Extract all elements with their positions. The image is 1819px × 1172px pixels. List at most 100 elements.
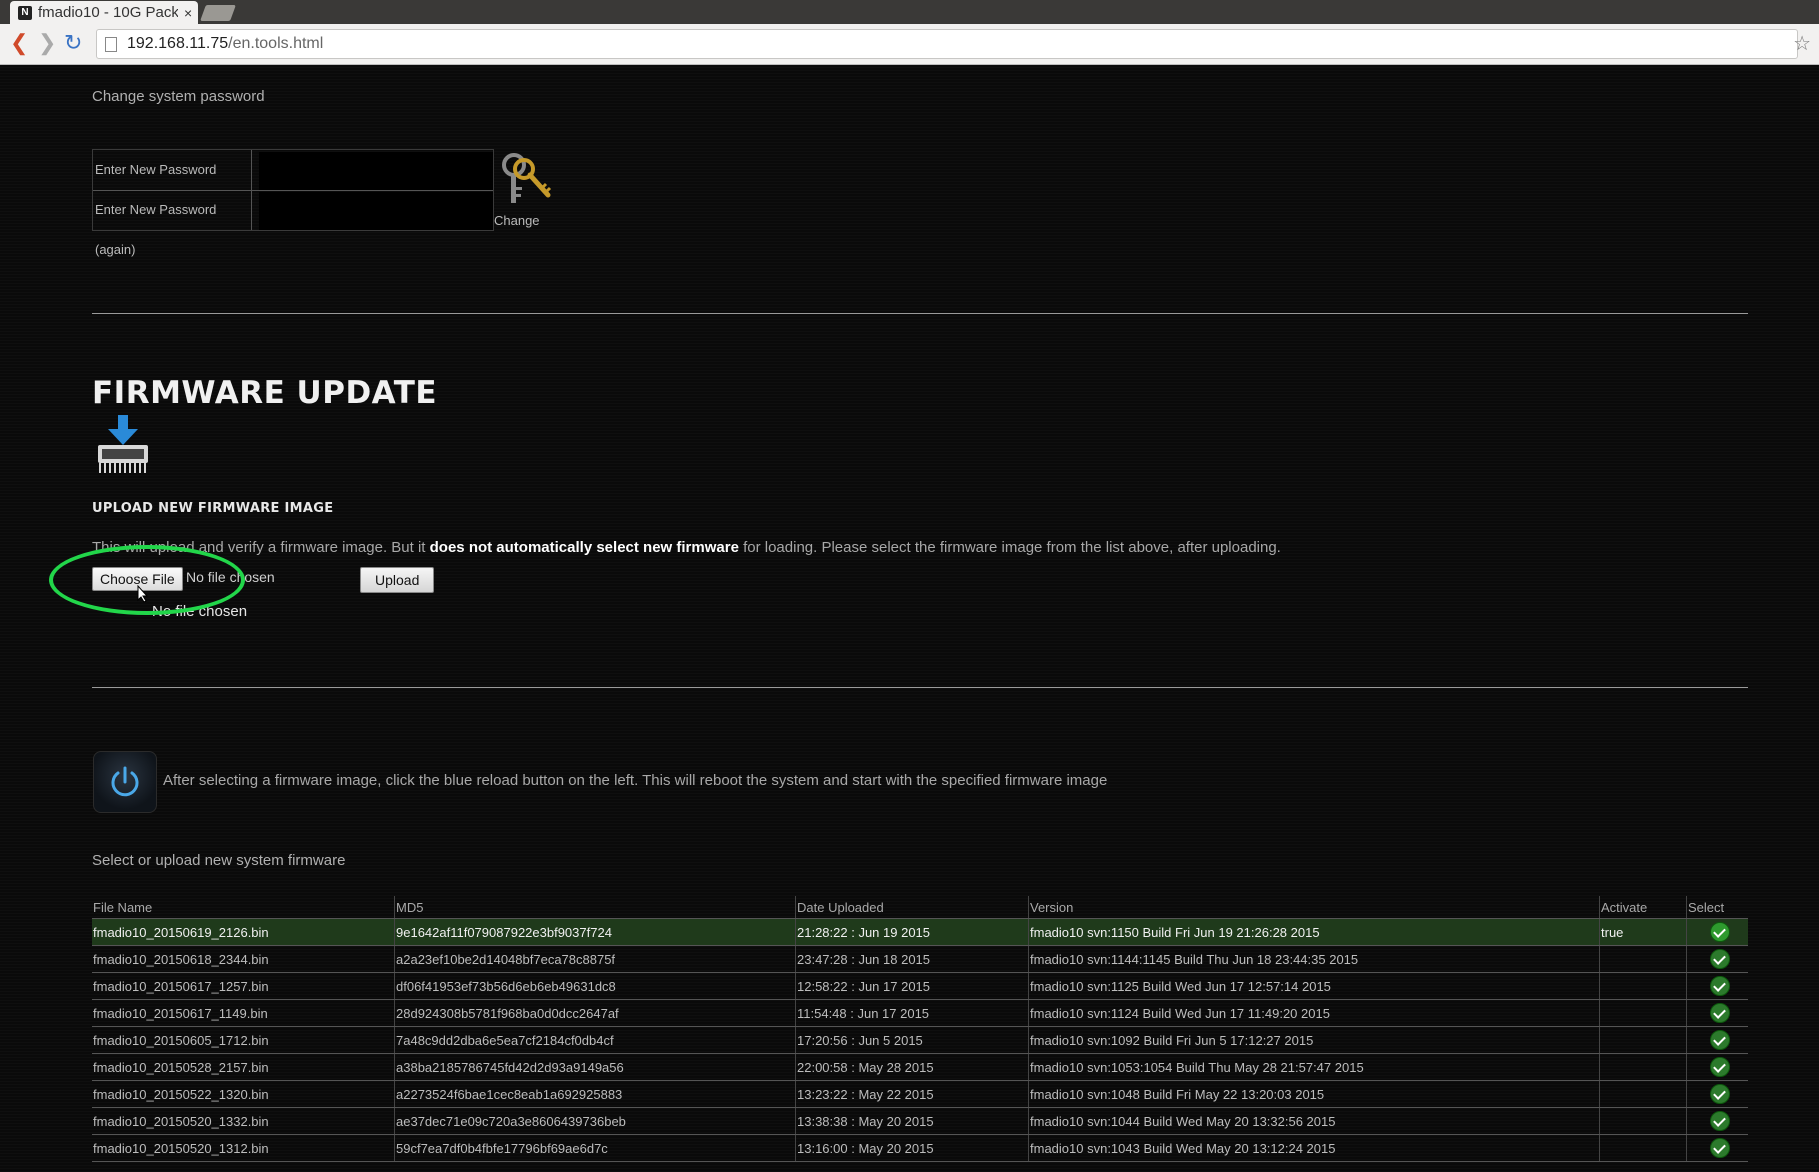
url-path: /en.tools.html [228, 35, 324, 52]
table-header-row: File Name MD5 Date Uploaded Version Acti… [92, 896, 1748, 919]
col-md5: MD5 [394, 896, 796, 919]
table-row[interactable]: fmadio10_20150619_2126.bin 9e1642af11f079… [92, 918, 1748, 946]
file-name-cell: fmadio10_20150618_2344.bin [92, 945, 395, 973]
new-password-again-input[interactable] [259, 192, 493, 230]
table-row[interactable]: fmadio10_20150520_1332.bin ae37dec71e09c7… [92, 1107, 1748, 1135]
activate-cell [1599, 972, 1687, 1000]
address-bar[interactable]: 192.168.11.75/en.tools.html [96, 29, 1798, 59]
keys-icon [502, 153, 552, 203]
upload-desc-bold: does not automatically select new firmwa… [429, 539, 739, 556]
col-date-uploaded: Date Uploaded [795, 896, 1029, 919]
md5-cell: 28d924308b5781f968ba0d0dcc2647af [394, 999, 796, 1027]
tab-title: fmadio10 - 10G Pack [38, 4, 178, 21]
new-tab-button[interactable] [200, 5, 236, 21]
password-form: Enter New Password Enter New Password (a… [92, 149, 494, 257]
reload-icon[interactable]: ↻ [64, 32, 82, 54]
md5-cell: 59cf7ea7df0b4fbfe17796bf69ae6d7c [394, 1134, 796, 1162]
file-name-cell: fmadio10_20150520_1312.bin [92, 1134, 395, 1162]
file-name-cell: fmadio10_20150617_1257.bin [92, 972, 395, 1000]
select-check-icon[interactable] [1710, 1030, 1730, 1050]
upload-description: This will upload and verify a firmware i… [92, 539, 1281, 556]
version-cell: fmadio10 svn:1043 Build Wed May 20 13:12… [1028, 1134, 1600, 1162]
page-icon [105, 36, 117, 52]
password-again-row: Enter New Password (again) [93, 190, 493, 257]
select-check-icon[interactable] [1710, 949, 1730, 969]
firmware-table: File Name MD5 Date Uploaded Version Acti… [92, 896, 1748, 1162]
date-cell: 13:16:00 : May 20 2015 [795, 1134, 1029, 1162]
version-cell: fmadio10 svn:1053:1054 Build Thu May 28 … [1028, 1053, 1600, 1081]
table-row[interactable]: fmadio10_20150605_1712.bin 7a48c9dd2dba6e… [92, 1026, 1748, 1054]
divider [92, 687, 1748, 688]
md5-cell: a2273524f6bae1cec8eab1a692925883 [394, 1080, 796, 1108]
select-check-icon[interactable] [1710, 1111, 1730, 1131]
md5-cell: 7a48c9dd2dba6e5ea7cf2184cf0db4cf [394, 1026, 796, 1054]
back-arrow-icon[interactable]: ❮ [10, 32, 28, 54]
file-name-cell: fmadio10_20150619_2126.bin [92, 918, 395, 946]
table-row[interactable]: fmadio10_20150528_2157.bin a38ba218578674… [92, 1053, 1748, 1081]
select-check-icon[interactable] [1710, 1057, 1730, 1077]
date-cell: 13:23:22 : May 22 2015 [795, 1080, 1029, 1108]
browser-tab-strip: N fmadio10 - 10G Pack × [0, 0, 1819, 24]
activate-cell [1599, 999, 1687, 1027]
date-cell: 23:47:28 : Jun 18 2015 [795, 945, 1029, 973]
md5-cell: 9e1642af11f079087922e3bf9037f724 [394, 918, 796, 946]
md5-cell: ae37dec71e09c720a3e8606439736beb [394, 1107, 796, 1135]
bookmark-star-icon[interactable]: ☆ [1793, 31, 1811, 56]
upload-button[interactable]: Upload [360, 567, 435, 593]
close-tab-icon[interactable]: × [184, 5, 192, 21]
file-name-cell: fmadio10_20150522_1320.bin [92, 1080, 395, 1108]
table-row[interactable]: fmadio10_20150618_2344.bin a2a23ef10be2d1… [92, 945, 1748, 973]
date-cell: 17:20:56 : Jun 5 2015 [795, 1026, 1029, 1054]
change-password-label: Change system password [92, 88, 265, 105]
date-cell: 12:58:22 : Jun 17 2015 [795, 972, 1029, 1000]
activate-cell [1599, 1080, 1687, 1108]
col-version: Version [1028, 896, 1600, 919]
reboot-reload-button[interactable] [93, 751, 157, 813]
table-row[interactable]: fmadio10_20150522_1320.bin a2273524f6bae1… [92, 1080, 1748, 1108]
md5-cell: a2a23ef10be2d14048bf7eca78c8875f [394, 945, 796, 973]
activate-cell [1599, 945, 1687, 973]
change-password-button[interactable]: Change [494, 151, 564, 231]
select-check-icon[interactable] [1710, 1003, 1730, 1023]
file-name-cell: fmadio10_20150617_1149.bin [92, 999, 395, 1027]
table-row[interactable]: fmadio10_20150617_1149.bin 28d924308b5781… [92, 999, 1748, 1027]
activate-cell [1599, 1053, 1687, 1081]
date-cell: 21:28:22 : Jun 19 2015 [795, 918, 1029, 946]
new-password-again-label: Enter New Password (again) [95, 190, 252, 257]
col-activate: Activate [1599, 896, 1687, 919]
browser-tab[interactable]: N fmadio10 - 10G Pack × [10, 1, 198, 24]
firmware-download-icon [94, 415, 152, 482]
upload-firmware-heading: UPLOAD NEW FIRMWARE IMAGE [92, 501, 334, 516]
select-check-icon[interactable] [1710, 1084, 1730, 1104]
forward-arrow-icon[interactable]: ❯ [38, 32, 56, 54]
browser-toolbar: ❮ ❯ ↻ 192.168.11.75/en.tools.html ☆ [0, 24, 1819, 65]
version-cell: fmadio10 svn:1048 Build Fri May 22 13:20… [1028, 1080, 1600, 1108]
date-cell: 22:00:58 : May 28 2015 [795, 1053, 1029, 1081]
divider [92, 313, 1748, 314]
new-password-label: Enter New Password [95, 150, 252, 190]
firmware-table-body: fmadio10_20150619_2126.bin 9e1642af11f079… [92, 918, 1748, 1162]
md5-cell: df06f41953ef73b56d6eb6eb49631dc8 [394, 972, 796, 1000]
select-check-icon[interactable] [1710, 1138, 1730, 1158]
select-cell [1686, 1026, 1748, 1054]
new-password-input[interactable] [259, 152, 493, 190]
file-name-cell: fmadio10_20150605_1712.bin [92, 1026, 395, 1054]
select-check-icon[interactable] [1710, 976, 1730, 996]
version-cell: fmadio10 svn:1125 Build Wed Jun 17 12:57… [1028, 972, 1600, 1000]
select-cell [1686, 1053, 1748, 1081]
file-name-cell: fmadio10_20150520_1332.bin [92, 1107, 395, 1135]
col-select: Select [1686, 896, 1748, 919]
version-cell: fmadio10 svn:1044 Build Wed May 20 13:32… [1028, 1107, 1600, 1135]
activate-cell [1599, 1026, 1687, 1054]
reboot-note: After selecting a firmware image, click … [163, 772, 1108, 789]
select-cell [1686, 972, 1748, 1000]
table-row[interactable]: fmadio10_20150617_1257.bin df06f41953ef73… [92, 972, 1748, 1000]
mouse-cursor-icon [137, 584, 149, 608]
select-cell [1686, 1107, 1748, 1135]
select-cell [1686, 1080, 1748, 1108]
select-check-icon[interactable] [1710, 922, 1730, 942]
table-row[interactable]: fmadio10_20150520_1312.bin 59cf7ea7df0b4f… [92, 1134, 1748, 1162]
power-reload-icon [111, 766, 139, 797]
select-cell [1686, 945, 1748, 973]
activate-cell [1599, 1107, 1687, 1135]
